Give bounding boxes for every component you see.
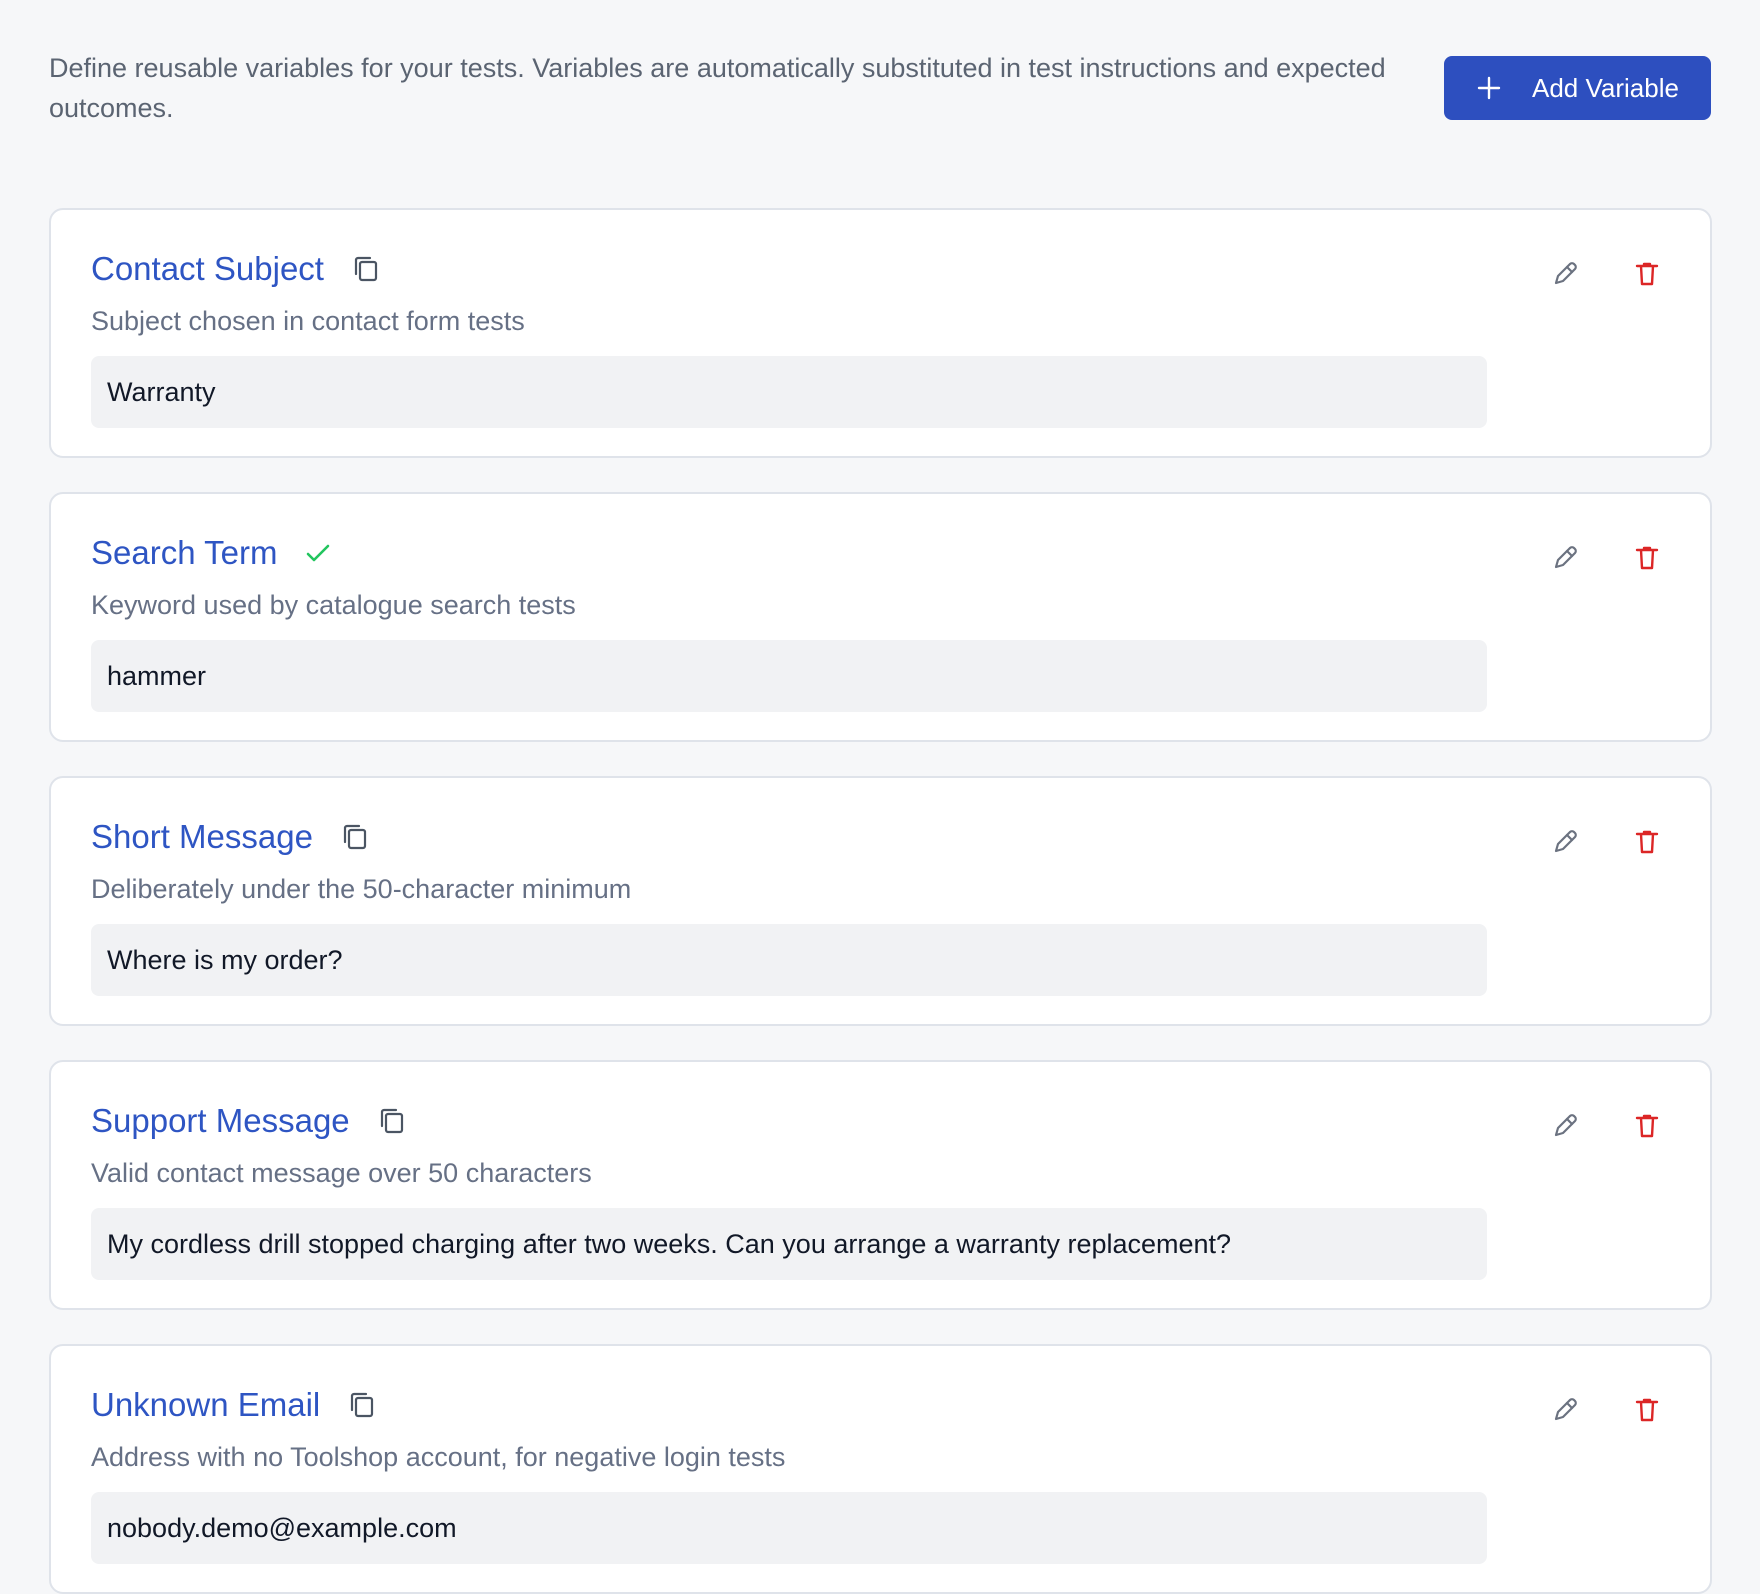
check-icon[interactable] xyxy=(301,536,335,570)
copy-icon[interactable] xyxy=(344,1388,378,1422)
variable-value[interactable]: nobody.demo@example.com xyxy=(91,1492,1487,1564)
variables-header: Define reusable variables for your tests… xyxy=(49,48,1711,148)
variable-value[interactable]: Warranty xyxy=(91,356,1487,428)
add-variable-label: Add Variable xyxy=(1532,72,1679,103)
pencil-icon[interactable] xyxy=(1549,1110,1581,1142)
variable-title-row: Unknown Email xyxy=(91,1384,1487,1426)
trash-icon[interactable] xyxy=(1631,1110,1663,1142)
variable-card: Short Message Deliberately under the 50-… xyxy=(49,776,1712,1026)
variable-card: Search Term Keyword used by catalogue se… xyxy=(49,492,1712,742)
variable-name: Short Message xyxy=(91,818,313,855)
trash-icon[interactable] xyxy=(1631,542,1663,574)
pencil-icon[interactable] xyxy=(1549,1394,1581,1426)
trash-icon[interactable] xyxy=(1631,1394,1663,1426)
add-variable-button[interactable]: Add Variable xyxy=(1443,56,1711,120)
variable-description: Subject chosen in contact form tests xyxy=(91,306,525,336)
variable-title-row: Contact Subject xyxy=(91,248,1487,290)
trash-icon[interactable] xyxy=(1631,826,1663,858)
plus-icon xyxy=(1476,75,1502,101)
variable-card: Support Message Valid contact message ov… xyxy=(49,1060,1712,1310)
variable-actions xyxy=(1549,1394,1663,1426)
pencil-icon[interactable] xyxy=(1549,542,1581,574)
variable-card-content: Search Term Keyword used by catalogue se… xyxy=(91,532,1487,712)
variable-actions xyxy=(1549,258,1663,290)
variable-title-row: Short Message xyxy=(91,816,1487,858)
variable-name: Contact Subject xyxy=(91,250,324,287)
copy-icon[interactable] xyxy=(337,820,371,854)
variable-actions xyxy=(1549,1110,1663,1142)
copy-icon[interactable] xyxy=(348,252,382,286)
variable-description: Address with no Toolshop account, for ne… xyxy=(91,1442,786,1472)
variable-actions xyxy=(1549,826,1663,858)
variable-card-content: Contact Subject Subject chosen in contac… xyxy=(91,248,1487,428)
variable-value[interactable]: hammer xyxy=(91,640,1487,712)
variable-description: Valid contact message over 50 characters xyxy=(91,1158,592,1188)
variable-description: Deliberately under the 50-character mini… xyxy=(91,874,632,904)
variables-list: Contact Subject Subject chosen in contac… xyxy=(49,208,1712,1594)
variable-name: Support Message xyxy=(91,1102,350,1139)
variable-card: Unknown Email Address with no Toolshop a… xyxy=(49,1344,1712,1594)
pencil-icon[interactable] xyxy=(1549,258,1581,290)
variable-actions xyxy=(1549,542,1663,574)
variables-description: Define reusable variables for your tests… xyxy=(49,53,1386,123)
variable-title-row: Search Term xyxy=(91,532,1487,574)
copy-icon[interactable] xyxy=(374,1104,408,1138)
variable-card: Contact Subject Subject chosen in contac… xyxy=(49,208,1712,458)
variable-card-content: Unknown Email Address with no Toolshop a… xyxy=(91,1384,1487,1564)
variable-card-content: Short Message Deliberately under the 50-… xyxy=(91,816,1487,996)
variable-value[interactable]: My cordless drill stopped charging after… xyxy=(91,1208,1487,1280)
variable-value[interactable]: Where is my order? xyxy=(91,924,1487,996)
pencil-icon[interactable] xyxy=(1549,826,1581,858)
variable-name: Unknown Email xyxy=(91,1386,321,1423)
variable-name: Search Term xyxy=(91,534,278,571)
trash-icon[interactable] xyxy=(1631,258,1663,290)
variable-card-content: Support Message Valid contact message ov… xyxy=(91,1100,1487,1280)
variables-page: Define reusable variables for your tests… xyxy=(0,0,1760,1594)
variable-title-row: Support Message xyxy=(91,1100,1487,1142)
variable-description: Keyword used by catalogue search tests xyxy=(91,590,576,620)
